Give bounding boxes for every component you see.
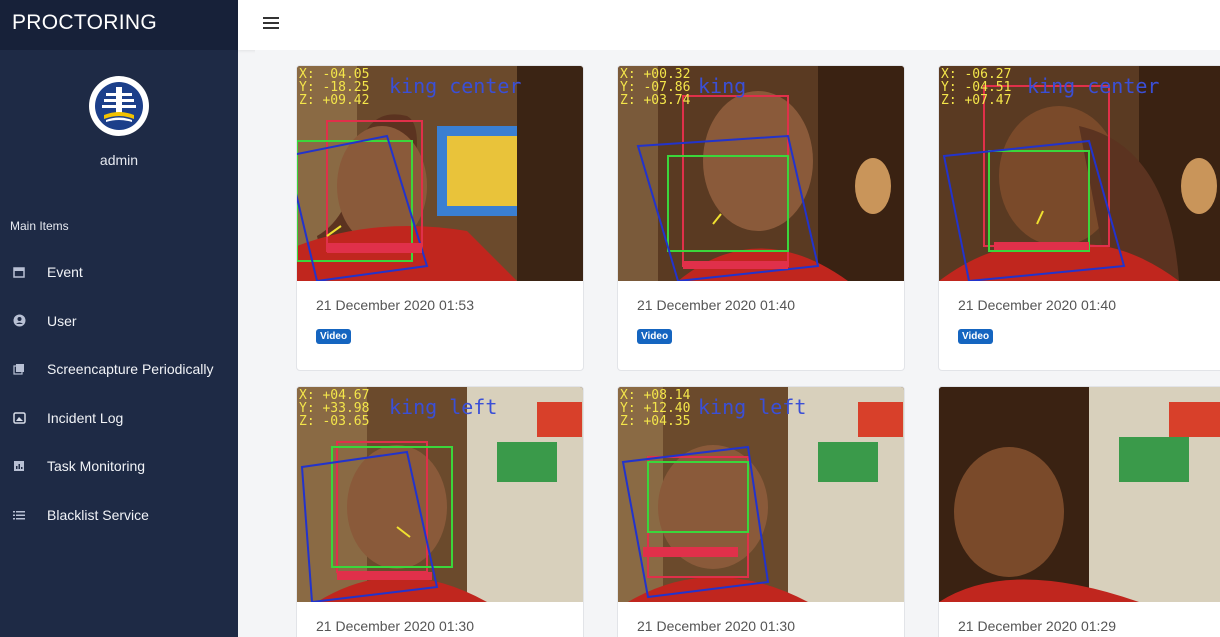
head-pose-readout: X: -04.05 Y: -18.25 Z: +09.42	[299, 68, 369, 107]
incident-card[interactable]: X: -06.27 Y: -04.51 Z: +07.47 king cente…	[938, 65, 1220, 371]
sidebar: PROCTORING admin Main Items Event User S…	[0, 0, 238, 637]
pose-z: Z: +04.35	[620, 414, 691, 429]
incident-card[interactable]: X: +08.14 Y: +12.40 Z: +04.35 king left …	[617, 386, 905, 637]
incident-card[interactable]: X: +04.67 Y: +33.98 Z: -03.65 king left …	[296, 386, 584, 637]
sidebar-item-user[interactable]: User	[0, 297, 238, 346]
sidebar-item-label: Screencapture Periodically	[47, 361, 214, 378]
pose-z: Z: +09.42	[299, 93, 370, 108]
webcam-snapshot[interactable]	[939, 387, 1220, 602]
sidebar-item-label: Blacklist Service	[47, 506, 149, 523]
sidebar-nav: Event User Screencapture Periodically In…	[0, 248, 238, 539]
head-pose-readout: X: +08.14 Y: +12.40 Z: +04.35	[620, 389, 690, 428]
video-badge[interactable]: Video	[637, 329, 673, 344]
username: admin	[99, 152, 139, 168]
section-label: Main Items	[10, 219, 69, 233]
video-badge[interactable]: Video	[958, 329, 994, 344]
university-logo-icon	[89, 76, 149, 136]
gaze-status: king	[698, 74, 747, 98]
bar-chart-icon	[12, 459, 26, 473]
incident-date: 21 December 2020 01:40	[637, 297, 795, 313]
incident-card[interactable]: 21 December 2020 01:29	[938, 386, 1220, 637]
sidebar-item-incident-log[interactable]: Incident Log	[0, 394, 238, 443]
sidebar-item-label: User	[47, 312, 77, 329]
image-collection-icon	[12, 362, 26, 376]
webcam-snapshot[interactable]: X: -04.05 Y: -18.25 Z: +09.42 king cente…	[297, 66, 583, 281]
incident-grid: X: -04.05 Y: -18.25 Z: +09.42 king cente…	[255, 50, 1220, 637]
gaze-status: king center	[1027, 74, 1160, 98]
menu-toggle-icon[interactable]	[263, 17, 279, 31]
sidebar-item-label: Task Monitoring	[47, 458, 146, 475]
picture-frame-icon	[12, 411, 26, 425]
sidebar-item-label: Incident Log	[47, 409, 124, 426]
list-icon	[12, 508, 26, 522]
sidebar-item-task-monitoring[interactable]: Task Monitoring	[0, 442, 238, 491]
pose-z: Z: -03.65	[299, 414, 370, 429]
sidebar-item-event[interactable]: Event	[0, 248, 238, 297]
incident-date: 21 December 2020 01:30	[637, 618, 795, 634]
webcam-snapshot[interactable]: X: -06.27 Y: -04.51 Z: +07.47 king cente…	[939, 66, 1220, 281]
head-pose-readout: X: -06.27 Y: -04.51 Z: +07.47	[941, 68, 1011, 107]
user-profile: admin	[0, 50, 238, 168]
pose-z: Z: +03.74	[620, 93, 691, 108]
video-badge[interactable]: Video	[316, 329, 352, 344]
incident-date: 21 December 2020 01:53	[316, 297, 474, 313]
webcam-snapshot[interactable]: X: +00.32 Y: -07.86 Z: +03.74 king	[618, 66, 904, 281]
webcam-snapshot[interactable]: X: +04.67 Y: +33.98 Z: -03.65 king left	[297, 387, 583, 602]
webcam-snapshot[interactable]: X: +08.14 Y: +12.40 Z: +04.35 king left	[618, 387, 904, 602]
app-title: PROCTORING	[0, 0, 238, 50]
head-pose-readout: X: +04.67 Y: +33.98 Z: -03.65	[299, 389, 369, 428]
head-pose-readout: X: +00.32 Y: -07.86 Z: +03.74	[620, 68, 690, 107]
account-icon	[12, 314, 26, 328]
pose-z: Z: +07.47	[941, 93, 1012, 108]
gaze-status: king center	[389, 74, 522, 98]
calendar-icon	[12, 265, 26, 279]
incident-date: 21 December 2020 01:30	[316, 618, 474, 634]
sidebar-item-label: Event	[47, 264, 83, 281]
incident-card[interactable]: X: -04.05 Y: -18.25 Z: +09.42 king cente…	[296, 65, 584, 371]
incident-card[interactable]: X: +00.32 Y: -07.86 Z: +03.74 king 21 De…	[617, 65, 905, 371]
sidebar-item-blacklist[interactable]: Blacklist Service	[0, 491, 238, 540]
sidebar-item-screencapture[interactable]: Screencapture Periodically	[0, 345, 238, 394]
gaze-status: king left	[389, 395, 498, 419]
incident-date: 21 December 2020 01:40	[958, 297, 1116, 313]
topbar	[238, 0, 1220, 50]
gaze-status: king left	[698, 395, 807, 419]
incident-date: 21 December 2020 01:29	[958, 618, 1116, 634]
